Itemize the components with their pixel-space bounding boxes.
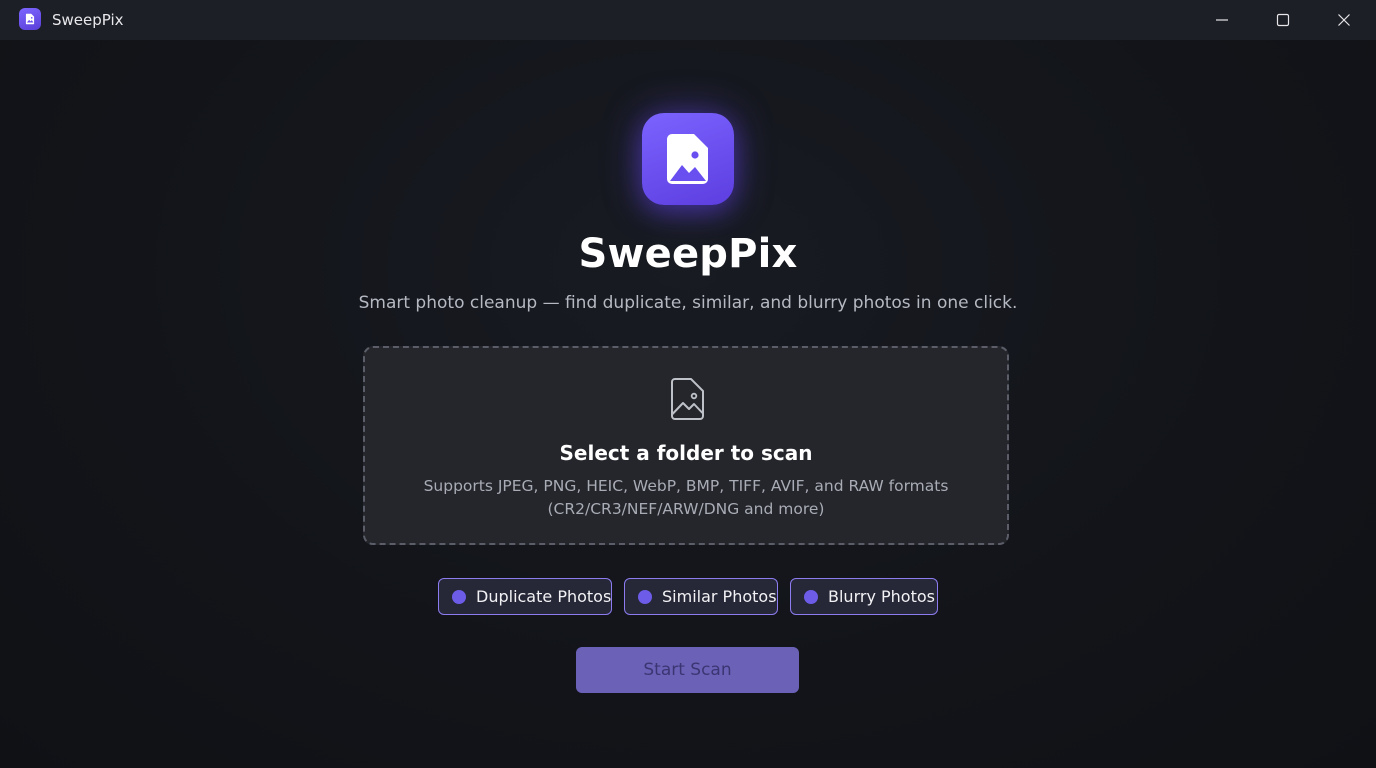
app-logo-icon (19, 8, 41, 30)
window-title: SweepPix (52, 11, 124, 29)
start-scan-button[interactable]: Start Scan (576, 647, 799, 693)
dropzone-description: Supports JPEG, PNG, HEIC, WebP, BMP, TIF… (423, 477, 949, 518)
option-label: Duplicate Photos (476, 586, 612, 606)
image-file-icon (667, 134, 708, 184)
image-file-outline-icon (671, 378, 704, 420)
minimize-button[interactable] (1199, 0, 1245, 40)
option-similar-photos[interactable]: Similar Photos (624, 578, 778, 615)
app-icon (642, 113, 734, 205)
close-button[interactable] (1321, 0, 1367, 40)
maximize-icon (1276, 13, 1290, 27)
selected-dot-icon (804, 589, 818, 604)
folder-dropzone[interactable]: Select a folder to scan Supports JPEG, P… (363, 346, 1009, 545)
option-duplicate-photos[interactable]: Duplicate Photos (438, 578, 612, 615)
option-blurry-photos[interactable]: Blurry Photos (790, 578, 938, 615)
selected-dot-icon (452, 589, 466, 604)
maximize-button[interactable] (1260, 0, 1306, 40)
title-bar[interactable]: SweepPix (0, 0, 1376, 40)
close-icon (1338, 14, 1350, 26)
selected-dot-icon (638, 589, 652, 604)
minimize-icon (1216, 19, 1228, 21)
dropzone-title: Select a folder to scan (559, 441, 813, 465)
app-title: SweepPix (578, 231, 798, 277)
option-label: Blurry Photos (828, 586, 935, 606)
app-window: SweepPix SweepPix Smart photo cleanup — … (0, 0, 1376, 768)
app-subtitle: Smart photo cleanup — find duplicate, si… (358, 293, 1018, 313)
option-label: Similar Photos (662, 586, 777, 606)
